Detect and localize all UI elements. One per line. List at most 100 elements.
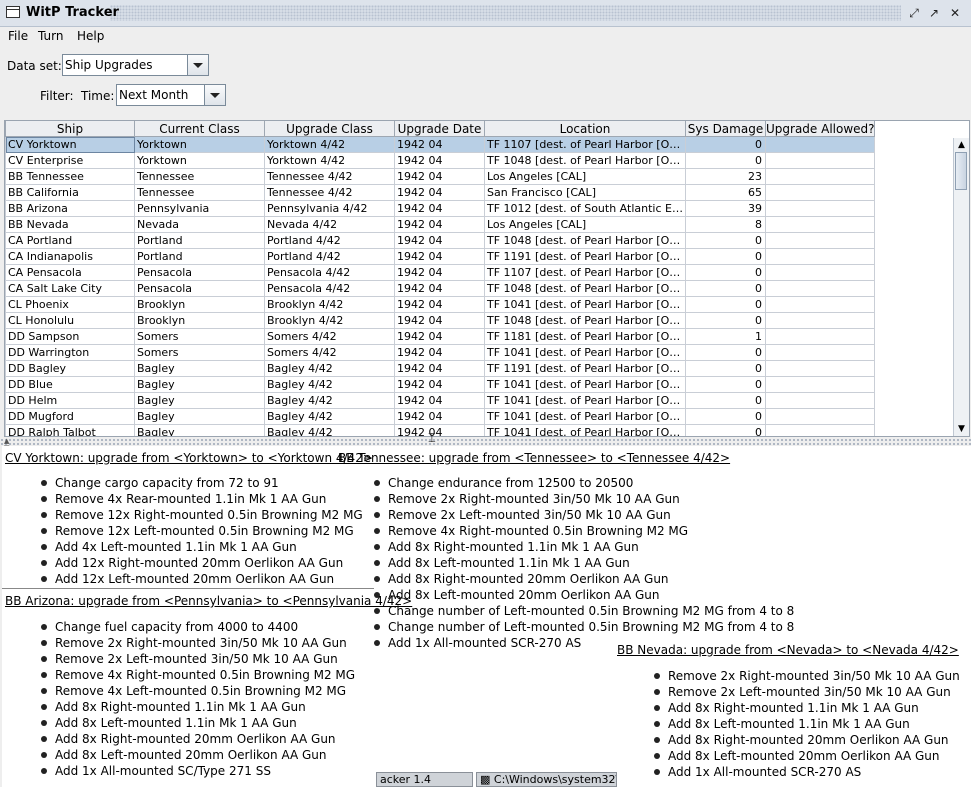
table-cell[interactable]	[765, 328, 875, 345]
column-header[interactable]: Location	[484, 121, 686, 137]
table-cell[interactable]: TF 1191 [dest. of Pearl Harbor [Oa...	[484, 360, 686, 377]
table-cell[interactable]: TF 1048 [dest. of Pearl Harbor [Oa...	[484, 152, 686, 169]
table-cell[interactable]: 1942 04	[394, 312, 485, 329]
table-cell[interactable]: Bagley	[134, 376, 265, 393]
table-cell[interactable]: Somers	[134, 328, 265, 345]
table-cell[interactable]: 1942 04	[394, 344, 485, 361]
table-row[interactable]: DD Sampson Somers Somers 4/42 1942 04 TF 118…	[5, 328, 875, 345]
table-cell[interactable]: DD Mugford	[5, 408, 135, 425]
column-header[interactable]: Upgrade Allowed?	[765, 121, 875, 137]
table-cell[interactable]: CA Indianapolis	[5, 248, 135, 265]
table-cell[interactable]: TF 1107 [dest. of Pearl Harbor [Oa...	[484, 136, 686, 153]
table-cell[interactable]: 1942 04	[394, 296, 485, 313]
table-cell[interactable]: 1942 04	[394, 232, 485, 249]
table-cell[interactable]	[765, 136, 875, 153]
chevron-down-icon[interactable]	[204, 85, 225, 105]
table-cell[interactable]: 39	[685, 200, 766, 217]
table-cell[interactable]: Nevada	[134, 216, 265, 233]
table-cell[interactable]: 0	[685, 424, 766, 436]
table-cell[interactable]: 1942 04	[394, 152, 485, 169]
table-cell[interactable]: Somers	[134, 344, 265, 361]
table-cell[interactable]: TF 1048 [dest. of Pearl Harbor [Oa...	[484, 312, 686, 329]
table-cell[interactable]: 0	[685, 232, 766, 249]
table-row[interactable]: CA Pensacola Pensacola Pensacola 4/42 1942 …	[5, 264, 875, 281]
table-scrollbar[interactable]: ▲ ▼	[953, 138, 969, 436]
table-cell[interactable]: TF 1041 [dest. of Pearl Harbor [Oa...	[484, 376, 686, 393]
table-row[interactable]: BB Arizona Pennsylvania Pennsylvania 4/42 1…	[5, 200, 875, 217]
table-cell[interactable]: CV Yorktown	[5, 136, 135, 153]
table-cell[interactable]: Pennsylvania 4/42	[264, 200, 395, 217]
table-cell[interactable]: Bagley	[134, 408, 265, 425]
table-cell[interactable]: 1942 04	[394, 280, 485, 297]
table-cell[interactable]: 1942 04	[394, 328, 485, 345]
maximize-icon[interactable]: ↗	[926, 5, 942, 21]
column-header[interactable]: Current Class	[134, 121, 265, 137]
table-cell[interactable]: 1942 04	[394, 168, 485, 185]
table-row[interactable]: DD Warrington Somers Somers 4/42 1942 04 TF …	[5, 344, 875, 361]
table-cell[interactable]: TF 1041 [dest. of Pearl Harbor [Oa...	[484, 424, 686, 436]
table-cell[interactable]: Tennessee 4/42	[264, 168, 395, 185]
table-cell[interactable]: 23	[685, 168, 766, 185]
table-cell[interactable]: Somers 4/42	[264, 344, 395, 361]
window-icon[interactable]	[6, 6, 20, 18]
table-cell[interactable]: Portland 4/42	[264, 232, 395, 249]
table-cell[interactable]: 1942 04	[394, 376, 485, 393]
table-cell[interactable]: CA Salt Lake City	[5, 280, 135, 297]
table-cell[interactable]	[765, 312, 875, 329]
table-cell[interactable]: Bagley	[134, 392, 265, 409]
table-cell[interactable]: 0	[685, 264, 766, 281]
table-cell[interactable]: 0	[685, 312, 766, 329]
table-cell[interactable]: 0	[685, 152, 766, 169]
table-cell[interactable]: Tennessee	[134, 168, 265, 185]
table-cell[interactable]: TF 1012 [dest. of South Atlantic En...	[484, 200, 686, 217]
table-cell[interactable]	[765, 280, 875, 297]
table-cell[interactable]: San Francisco [CAL]	[484, 184, 686, 201]
table-row[interactable]: DD Ralph Talbot Bagley Bagley 4/42 1942 04 T…	[5, 424, 875, 436]
table-cell[interactable]	[765, 360, 875, 377]
table-cell[interactable]	[765, 392, 875, 409]
table-cell[interactable]	[765, 264, 875, 281]
table-cell[interactable]: TF 1041 [dest. of Pearl Harbor [Oa...	[484, 408, 686, 425]
table-cell[interactable]: TF 1107 [dest. of Pearl Harbor [Oa...	[484, 264, 686, 281]
table-cell[interactable]: Brooklyn	[134, 296, 265, 313]
table-cell[interactable]: Somers 4/42	[264, 328, 395, 345]
scroll-thumb[interactable]	[955, 152, 967, 190]
table-row[interactable]: CA Portland Portland Portland 4/42 1942 04 T…	[5, 232, 875, 249]
table-cell[interactable]: Nevada 4/42	[264, 216, 395, 233]
table-cell[interactable]: Yorktown 4/42	[264, 152, 395, 169]
table-cell[interactable]: 0	[685, 360, 766, 377]
table-cell[interactable]: CA Portland	[5, 232, 135, 249]
table-row[interactable]: DD Bagley Bagley Bagley 4/42 1942 04 TF 1191…	[5, 360, 875, 377]
table-row[interactable]: DD Blue Bagley Bagley 4/42 1942 04 TF 1041 […	[5, 376, 875, 393]
table-cell[interactable]: 1942 04	[394, 216, 485, 233]
scroll-down-icon[interactable]: ▼	[954, 422, 969, 436]
table-cell[interactable]: Yorktown	[134, 136, 265, 153]
table-cell[interactable]	[765, 376, 875, 393]
table-cell[interactable]: Bagley 4/42	[264, 392, 395, 409]
table-cell[interactable]: TF 1048 [dest. of Pearl Harbor [Oa...	[484, 280, 686, 297]
table-cell[interactable]: CL Honolulu	[5, 312, 135, 329]
scroll-up-icon[interactable]: ▲	[954, 138, 969, 152]
table-cell[interactable]: 1	[685, 328, 766, 345]
table-cell[interactable]: BB Arizona	[5, 200, 135, 217]
table-cell[interactable]	[765, 232, 875, 249]
table-cell[interactable]: Los Angeles [CAL]	[484, 168, 686, 185]
table-cell[interactable]: Bagley	[134, 424, 265, 436]
table-row[interactable]: CL Phoenix Brooklyn Brooklyn 4/42 1942 04 TF…	[5, 296, 875, 313]
table-cell[interactable]: Pensacola 4/42	[264, 280, 395, 297]
table-cell[interactable]: 0	[685, 344, 766, 361]
table-cell[interactable]	[765, 296, 875, 313]
table-cell[interactable]: 0	[685, 376, 766, 393]
table-cell[interactable]: 1942 04	[394, 136, 485, 153]
table-cell[interactable]: Los Angeles [CAL]	[484, 216, 686, 233]
table-cell[interactable]: 0	[685, 248, 766, 265]
table-cell[interactable]: TF 1041 [dest. of Pearl Harbor [Oa...	[484, 344, 686, 361]
table-cell[interactable]: DD Blue	[5, 376, 135, 393]
table-cell[interactable]: 1942 04	[394, 184, 485, 201]
table-cell[interactable]: Tennessee	[134, 184, 265, 201]
table-cell[interactable]: Bagley 4/42	[264, 424, 395, 436]
table-cell[interactable]	[765, 184, 875, 201]
table-cell[interactable]	[765, 216, 875, 233]
table-cell[interactable]	[765, 248, 875, 265]
taskbar-item-tracker[interactable]: acker 1.4	[376, 772, 473, 787]
